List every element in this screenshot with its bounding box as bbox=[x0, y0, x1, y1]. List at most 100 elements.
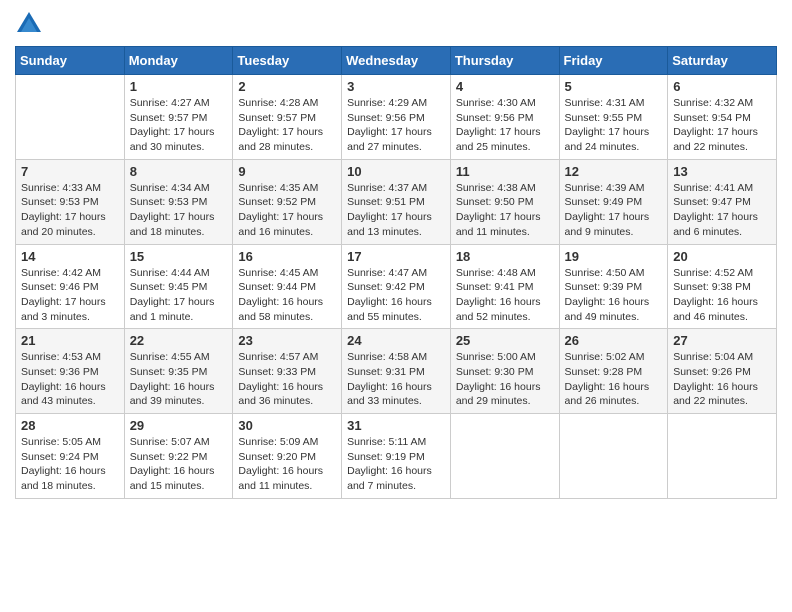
calendar-cell: 11 Sunrise: 4:38 AM Sunset: 9:50 PM Dayli… bbox=[450, 159, 559, 244]
day-info: Sunrise: 5:04 AM Sunset: 9:26 PM Dayligh… bbox=[673, 350, 771, 409]
day-info: Sunrise: 5:11 AM Sunset: 9:19 PM Dayligh… bbox=[347, 435, 445, 494]
day-info: Sunrise: 4:33 AM Sunset: 9:53 PM Dayligh… bbox=[21, 181, 119, 240]
day-number: 22 bbox=[130, 333, 228, 348]
day-info: Sunrise: 4:28 AM Sunset: 9:57 PM Dayligh… bbox=[238, 96, 336, 155]
logo-icon bbox=[15, 10, 43, 38]
day-info: Sunrise: 4:41 AM Sunset: 9:47 PM Dayligh… bbox=[673, 181, 771, 240]
calendar-cell: 7 Sunrise: 4:33 AM Sunset: 9:53 PM Daylig… bbox=[16, 159, 125, 244]
calendar-cell: 16 Sunrise: 4:45 AM Sunset: 9:44 PM Dayli… bbox=[233, 244, 342, 329]
day-number: 27 bbox=[673, 333, 771, 348]
day-number: 25 bbox=[456, 333, 554, 348]
calendar-cell: 18 Sunrise: 4:48 AM Sunset: 9:41 PM Dayli… bbox=[450, 244, 559, 329]
day-info: Sunrise: 4:52 AM Sunset: 9:38 PM Dayligh… bbox=[673, 266, 771, 325]
day-info: Sunrise: 4:27 AM Sunset: 9:57 PM Dayligh… bbox=[130, 96, 228, 155]
day-number: 17 bbox=[347, 249, 445, 264]
day-number: 28 bbox=[21, 418, 119, 433]
day-info: Sunrise: 4:31 AM Sunset: 9:55 PM Dayligh… bbox=[565, 96, 663, 155]
day-info: Sunrise: 5:09 AM Sunset: 9:20 PM Dayligh… bbox=[238, 435, 336, 494]
day-info: Sunrise: 4:32 AM Sunset: 9:54 PM Dayligh… bbox=[673, 96, 771, 155]
calendar-cell: 21Sunrise: 4:53 AM Sunset: 9:36 PM Dayli… bbox=[16, 329, 125, 414]
day-number: 6 bbox=[673, 79, 771, 94]
day-number: 12 bbox=[565, 164, 663, 179]
calendar-cell: 14 Sunrise: 4:42 AM Sunset: 9:46 PM Dayli… bbox=[16, 244, 125, 329]
day-number: 5 bbox=[565, 79, 663, 94]
page-header bbox=[15, 10, 777, 38]
calendar-cell: 25 Sunrise: 5:00 AM Sunset: 9:30 PM Dayli… bbox=[450, 329, 559, 414]
calendar-cell: 31 Sunrise: 5:11 AM Sunset: 9:19 PM Dayli… bbox=[342, 414, 451, 499]
calendar-cell: 4Sunrise: 4:30 AM Sunset: 9:56 PM Daylig… bbox=[450, 75, 559, 160]
calendar-header-day: Sunday bbox=[16, 47, 125, 75]
day-info: Sunrise: 5:02 AM Sunset: 9:28 PM Dayligh… bbox=[565, 350, 663, 409]
day-info: Sunrise: 4:29 AM Sunset: 9:56 PM Dayligh… bbox=[347, 96, 445, 155]
day-info: Sunrise: 4:37 AM Sunset: 9:51 PM Dayligh… bbox=[347, 181, 445, 240]
day-number: 24 bbox=[347, 333, 445, 348]
calendar-header-day: Wednesday bbox=[342, 47, 451, 75]
day-info: Sunrise: 4:42 AM Sunset: 9:46 PM Dayligh… bbox=[21, 266, 119, 325]
day-number: 10 bbox=[347, 164, 445, 179]
calendar-cell: 27 Sunrise: 5:04 AM Sunset: 9:26 PM Dayli… bbox=[668, 329, 777, 414]
calendar-cell: 13 Sunrise: 4:41 AM Sunset: 9:47 PM Dayli… bbox=[668, 159, 777, 244]
calendar-header-day: Tuesday bbox=[233, 47, 342, 75]
calendar-cell: 30 Sunrise: 5:09 AM Sunset: 9:20 PM Dayli… bbox=[233, 414, 342, 499]
calendar-cell: 12 Sunrise: 4:39 AM Sunset: 9:49 PM Dayli… bbox=[559, 159, 668, 244]
day-number: 1 bbox=[130, 79, 228, 94]
day-number: 15 bbox=[130, 249, 228, 264]
calendar-cell: 10 Sunrise: 4:37 AM Sunset: 9:51 PM Dayli… bbox=[342, 159, 451, 244]
day-number: 9 bbox=[238, 164, 336, 179]
day-number: 13 bbox=[673, 164, 771, 179]
calendar-week-row: 1 Sunrise: 4:27 AM Sunset: 9:57 PM Daylig… bbox=[16, 75, 777, 160]
logo bbox=[15, 10, 47, 38]
day-info: Sunrise: 4:38 AM Sunset: 9:50 PM Dayligh… bbox=[456, 181, 554, 240]
calendar-cell bbox=[450, 414, 559, 499]
calendar-cell: 29Sunrise: 5:07 AM Sunset: 9:22 PM Dayli… bbox=[124, 414, 233, 499]
calendar-header-row: SundayMondayTuesdayWednesdayThursdayFrid… bbox=[16, 47, 777, 75]
calendar-week-row: 14 Sunrise: 4:42 AM Sunset: 9:46 PM Dayli… bbox=[16, 244, 777, 329]
day-info: Sunrise: 4:35 AM Sunset: 9:52 PM Dayligh… bbox=[238, 181, 336, 240]
day-number: 31 bbox=[347, 418, 445, 433]
calendar-cell: 28 Sunrise: 5:05 AM Sunset: 9:24 PM Dayli… bbox=[16, 414, 125, 499]
calendar-cell: 2 Sunrise: 4:28 AM Sunset: 9:57 PM Daylig… bbox=[233, 75, 342, 160]
day-info: Sunrise: 5:00 AM Sunset: 9:30 PM Dayligh… bbox=[456, 350, 554, 409]
calendar-cell bbox=[16, 75, 125, 160]
calendar-cell: 5 Sunrise: 4:31 AM Sunset: 9:55 PM Daylig… bbox=[559, 75, 668, 160]
day-number: 16 bbox=[238, 249, 336, 264]
day-info: Sunrise: 4:30 AM Sunset: 9:56 PM Dayligh… bbox=[456, 96, 554, 155]
day-info: Sunrise: 4:53 AM Sunset: 9:36 PM Dayligh… bbox=[21, 350, 119, 409]
day-number: 14 bbox=[21, 249, 119, 264]
day-info: Sunrise: 4:45 AM Sunset: 9:44 PM Dayligh… bbox=[238, 266, 336, 325]
calendar-cell: 22 Sunrise: 4:55 AM Sunset: 9:35 PM Dayli… bbox=[124, 329, 233, 414]
day-info: Sunrise: 4:34 AM Sunset: 9:53 PM Dayligh… bbox=[130, 181, 228, 240]
day-number: 18 bbox=[456, 249, 554, 264]
day-info: Sunrise: 4:58 AM Sunset: 9:31 PM Dayligh… bbox=[347, 350, 445, 409]
day-number: 8 bbox=[130, 164, 228, 179]
day-number: 3 bbox=[347, 79, 445, 94]
calendar-cell: 26 Sunrise: 5:02 AM Sunset: 9:28 PM Dayli… bbox=[559, 329, 668, 414]
calendar-cell: 6 Sunrise: 4:32 AM Sunset: 9:54 PM Daylig… bbox=[668, 75, 777, 160]
day-number: 20 bbox=[673, 249, 771, 264]
day-number: 30 bbox=[238, 418, 336, 433]
day-number: 26 bbox=[565, 333, 663, 348]
day-info: Sunrise: 4:48 AM Sunset: 9:41 PM Dayligh… bbox=[456, 266, 554, 325]
day-number: 23 bbox=[238, 333, 336, 348]
calendar-cell: 8 Sunrise: 4:34 AM Sunset: 9:53 PM Daylig… bbox=[124, 159, 233, 244]
day-number: 19 bbox=[565, 249, 663, 264]
day-info: Sunrise: 4:39 AM Sunset: 9:49 PM Dayligh… bbox=[565, 181, 663, 240]
day-info: Sunrise: 4:50 AM Sunset: 9:39 PM Dayligh… bbox=[565, 266, 663, 325]
calendar-cell: 19 Sunrise: 4:50 AM Sunset: 9:39 PM Dayli… bbox=[559, 244, 668, 329]
calendar-week-row: 7 Sunrise: 4:33 AM Sunset: 9:53 PM Daylig… bbox=[16, 159, 777, 244]
calendar-cell: 23Sunrise: 4:57 AM Sunset: 9:33 PM Dayli… bbox=[233, 329, 342, 414]
calendar-week-row: 28 Sunrise: 5:05 AM Sunset: 9:24 PM Dayli… bbox=[16, 414, 777, 499]
day-number: 11 bbox=[456, 164, 554, 179]
calendar-cell: 17Sunrise: 4:47 AM Sunset: 9:42 PM Dayli… bbox=[342, 244, 451, 329]
day-info: Sunrise: 4:55 AM Sunset: 9:35 PM Dayligh… bbox=[130, 350, 228, 409]
day-info: Sunrise: 5:07 AM Sunset: 9:22 PM Dayligh… bbox=[130, 435, 228, 494]
day-number: 2 bbox=[238, 79, 336, 94]
calendar-cell: 20 Sunrise: 4:52 AM Sunset: 9:38 PM Dayli… bbox=[668, 244, 777, 329]
calendar-cell bbox=[559, 414, 668, 499]
calendar-cell: 9 Sunrise: 4:35 AM Sunset: 9:52 PM Daylig… bbox=[233, 159, 342, 244]
calendar-cell: 3 Sunrise: 4:29 AM Sunset: 9:56 PM Daylig… bbox=[342, 75, 451, 160]
day-info: Sunrise: 5:05 AM Sunset: 9:24 PM Dayligh… bbox=[21, 435, 119, 494]
day-number: 7 bbox=[21, 164, 119, 179]
calendar-header-day: Saturday bbox=[668, 47, 777, 75]
calendar-header-day: Friday bbox=[559, 47, 668, 75]
